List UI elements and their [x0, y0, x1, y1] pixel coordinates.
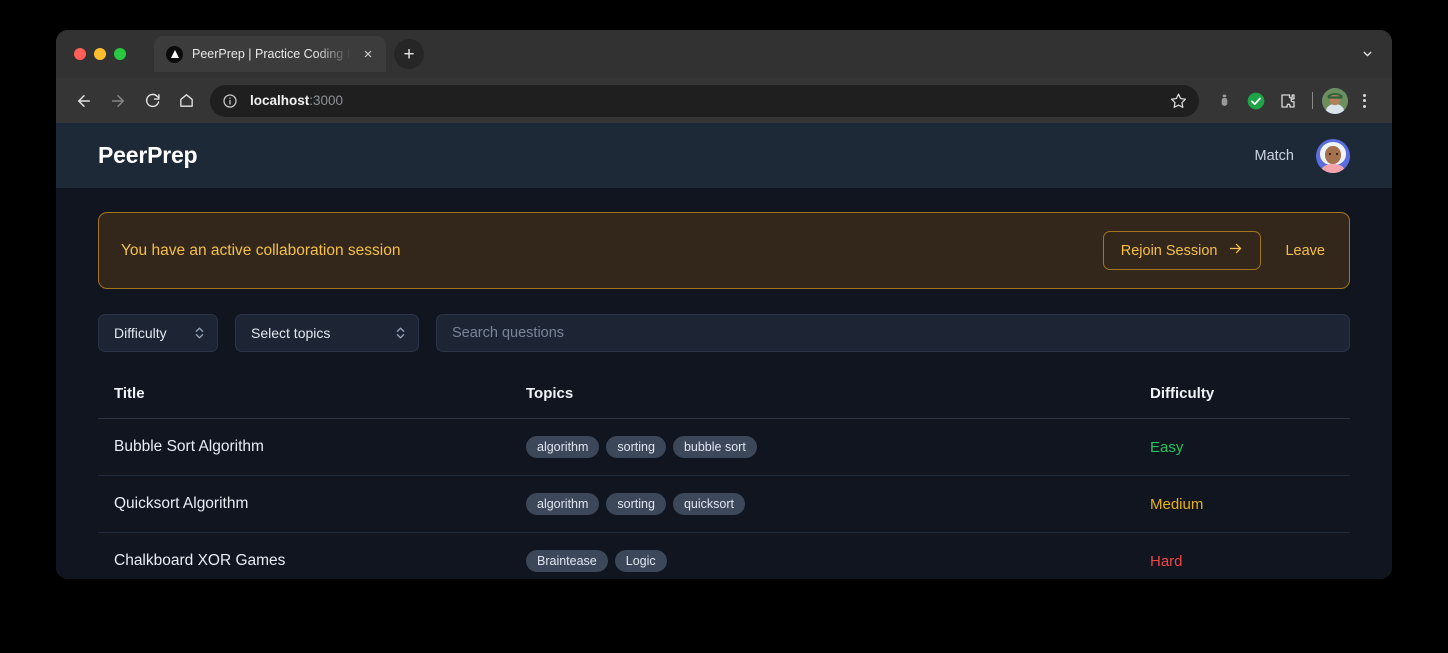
tag-list: algorithm sorting bubble sort [526, 436, 1134, 458]
address-bar[interactable]: localhost:3000 [210, 84, 1199, 117]
extension-small-icon[interactable] [1209, 86, 1239, 116]
banner-actions: Rejoin Session Leave [1102, 231, 1327, 270]
minimize-window-button[interactable] [94, 48, 106, 60]
web-page: PeerPrep Match You have an active collab… [56, 123, 1392, 579]
topic-tag[interactable]: Braintease [526, 550, 608, 572]
new-tab-button[interactable]: + [394, 39, 424, 69]
check-circle-green-icon[interactable] [1241, 86, 1271, 116]
banner-message: You have an active collaboration session [121, 241, 401, 259]
page-content: You have an active collaboration session… [56, 188, 1392, 579]
window-controls [74, 48, 126, 60]
extensions-puzzle-icon[interactable] [1273, 86, 1303, 116]
table-row[interactable]: Quicksort Algorithm algorithm sorting qu… [98, 475, 1350, 533]
back-button[interactable] [68, 85, 100, 117]
topic-tag[interactable]: sorting [606, 436, 666, 458]
browser-window: PeerPrep | Practice Coding In × + localh… [56, 30, 1392, 579]
reload-button[interactable] [136, 85, 168, 117]
table-row[interactable]: Bubble Sort Algorithm algorithm sorting … [98, 418, 1350, 476]
tab-strip: PeerPrep | Practice Coding In × + [56, 30, 1392, 78]
question-title[interactable]: Quicksort Algorithm [98, 475, 526, 533]
chevron-updown-icon [395, 326, 406, 340]
difficulty-select[interactable]: Difficulty [98, 314, 218, 352]
rejoin-session-label: Rejoin Session [1120, 242, 1218, 259]
search-placeholder: Search questions [452, 325, 565, 341]
topics-select-label: Select topics [251, 325, 331, 341]
column-header-topics[interactable]: Topics [526, 385, 1134, 419]
table-header-row: Title Topics Difficulty [98, 385, 1350, 419]
url-port: :3000 [309, 93, 344, 108]
nextjs-triangle-icon [166, 45, 183, 63]
tag-list: Braintease Logic [526, 550, 1134, 572]
question-topics: algorithm sorting quicksort [526, 475, 1134, 533]
header-nav: Match [1255, 138, 1350, 173]
question-topics: Braintease Logic [526, 532, 1134, 579]
topic-tag[interactable]: Logic [614, 550, 667, 572]
question-difficulty: Medium [1134, 475, 1350, 533]
close-tab-icon[interactable]: × [358, 44, 378, 64]
close-window-button[interactable] [74, 48, 86, 60]
url-text: localhost:3000 [250, 93, 343, 108]
difficulty-select-label: Difficulty [114, 325, 167, 341]
user-avatar[interactable] [1316, 138, 1350, 173]
question-title[interactable]: Bubble Sort Algorithm [98, 418, 526, 476]
search-input[interactable]: Search questions [436, 314, 1350, 352]
maximize-window-button[interactable] [114, 48, 126, 60]
arrow-right-icon [1228, 241, 1243, 260]
topic-tag[interactable]: sorting [606, 493, 666, 515]
url-host: localhost [250, 93, 310, 108]
toolbar-divider [1312, 92, 1313, 109]
tag-list: algorithm sorting quicksort [526, 493, 1134, 515]
info-circle-icon[interactable] [220, 91, 240, 111]
topic-tag[interactable]: algorithm [526, 493, 600, 515]
questions-table: Title Topics Difficulty Bubble Sort Algo… [98, 385, 1350, 579]
home-button[interactable] [170, 85, 202, 117]
table-row[interactable]: Chalkboard XOR Games Braintease Logic Ha… [98, 532, 1350, 579]
table-head: Title Topics Difficulty [98, 385, 1350, 419]
topic-tag[interactable]: algorithm [526, 436, 600, 458]
leave-session-button[interactable]: Leave [1283, 239, 1327, 263]
chevron-down-icon[interactable] [1361, 48, 1374, 61]
question-difficulty: Hard [1134, 532, 1350, 579]
column-header-title[interactable]: Title [98, 385, 526, 419]
app-brand[interactable]: PeerPrep [98, 142, 198, 169]
profile-avatar-icon[interactable] [1322, 87, 1348, 114]
question-difficulty: Easy [1134, 418, 1350, 476]
three-dot-menu-icon[interactable] [1350, 87, 1378, 115]
active-session-banner: You have an active collaboration session… [98, 212, 1350, 289]
chevron-updown-icon [194, 326, 205, 340]
nav-item-match[interactable]: Match [1255, 148, 1295, 164]
topic-tag[interactable]: bubble sort [672, 436, 757, 458]
topic-tag[interactable]: quicksort [672, 493, 745, 515]
app-header: PeerPrep Match [56, 123, 1392, 188]
question-title[interactable]: Chalkboard XOR Games [98, 532, 526, 579]
forward-button[interactable] [102, 85, 134, 117]
bookmark-star-icon[interactable] [1165, 88, 1191, 114]
filter-bar: Difficulty Select topics Search question… [98, 314, 1350, 352]
question-topics: algorithm sorting bubble sort [526, 418, 1134, 476]
browser-toolbar: localhost:3000 [56, 78, 1392, 123]
column-header-difficulty[interactable]: Difficulty [1134, 385, 1350, 419]
table-body: Bubble Sort Algorithm algorithm sorting … [98, 418, 1350, 579]
tab-title: PeerPrep | Practice Coding In [192, 47, 358, 61]
browser-tab[interactable]: PeerPrep | Practice Coding In × [154, 36, 386, 72]
rejoin-session-button[interactable]: Rejoin Session [1102, 231, 1262, 270]
topics-select[interactable]: Select topics [235, 314, 419, 352]
